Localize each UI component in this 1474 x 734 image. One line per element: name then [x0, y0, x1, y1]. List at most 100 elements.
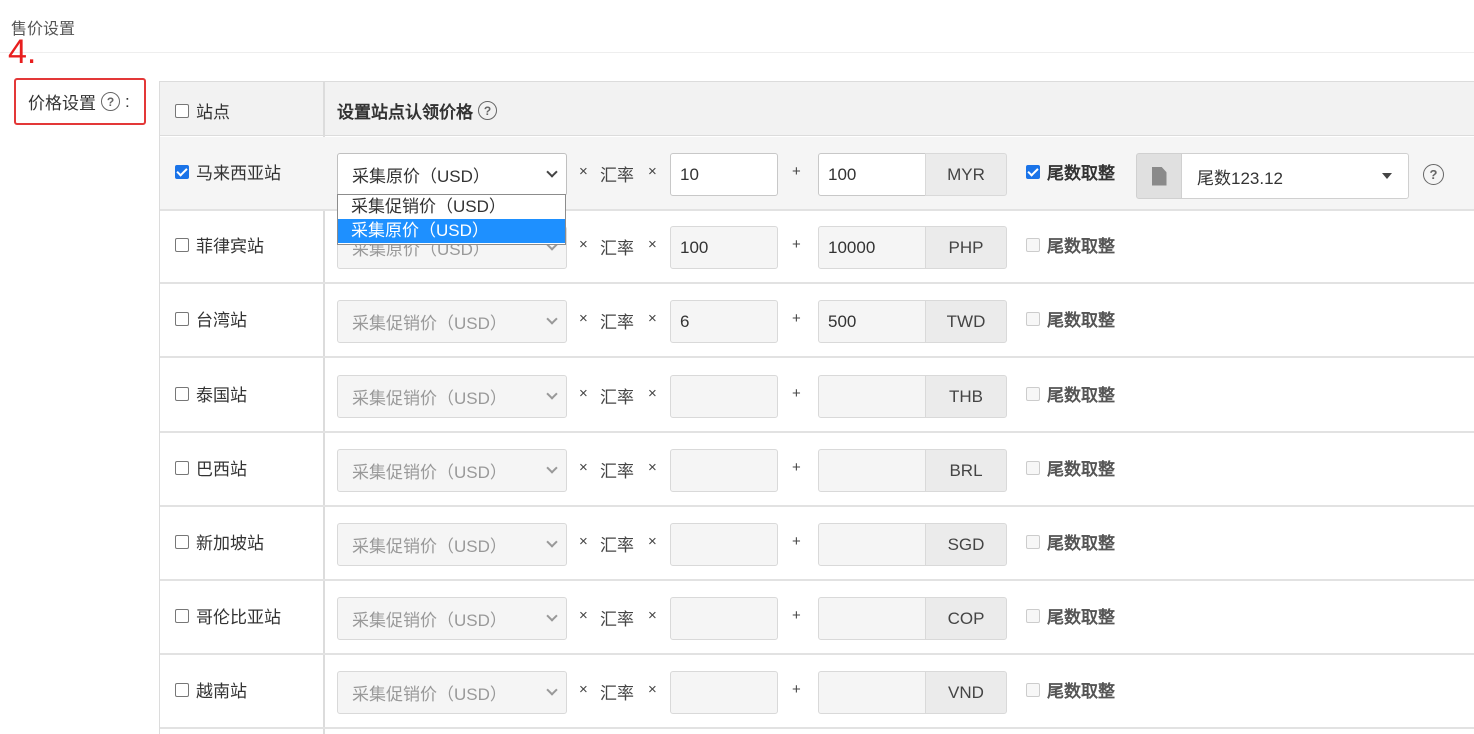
times-symbol: ×: [579, 163, 588, 180]
round-label: 尾数取整: [1047, 682, 1115, 701]
multiplier-input[interactable]: 6: [670, 300, 778, 343]
round-checkbox[interactable]: [1026, 311, 1040, 326]
source-select[interactable]: 采集促销价（USD）: [337, 597, 567, 640]
round-option: 尾数取整: [1026, 232, 1115, 257]
times-symbol: ×: [648, 310, 657, 327]
multiplier-input[interactable]: 10: [670, 153, 778, 196]
rate-label: 汇率: [600, 388, 634, 407]
table-header: 站点 设置站点认领价格 ?: [160, 82, 1474, 136]
addend-input[interactable]: 100: [818, 153, 926, 196]
round-checkbox[interactable]: [1026, 386, 1040, 401]
round-option: 尾数取整: [1026, 159, 1115, 184]
price-table: 站点 设置站点认领价格 ? 马来西亚站 采集原价（USD） × 汇率 × 10 …: [159, 81, 1474, 734]
source-select-value: 采集促销价（USD）: [352, 537, 507, 556]
currency-label: BRL: [925, 449, 1007, 492]
times-symbol: ×: [579, 385, 588, 402]
multiplier-input[interactable]: 100: [670, 226, 778, 269]
addend-input[interactable]: [818, 671, 926, 714]
section-divider: [0, 52, 1474, 53]
addend-input[interactable]: [818, 449, 926, 492]
multiplier-input[interactable]: [670, 449, 778, 492]
round-checkbox[interactable]: [1026, 460, 1040, 475]
source-select[interactable]: 采集原价（USD）: [337, 153, 567, 196]
label-colon: :: [125, 91, 130, 111]
dropdown-option[interactable]: 采集原价（USD）: [338, 219, 565, 243]
times-symbol: ×: [579, 310, 588, 327]
addend-input[interactable]: [818, 597, 926, 640]
round-option: 尾数取整: [1026, 455, 1115, 480]
currency-label: SGD: [925, 523, 1007, 566]
rate-label: 汇率: [600, 166, 634, 185]
site-checkbox[interactable]: [175, 460, 189, 475]
price-setting-label: 价格设置 ? :: [28, 89, 130, 114]
site-checkbox[interactable]: [175, 311, 189, 326]
site-checkbox[interactable]: [175, 164, 189, 179]
source-select[interactable]: 采集促销价（USD）: [337, 375, 567, 418]
site-name: 哥伦比亚站: [196, 608, 281, 627]
site-checkbox[interactable]: [175, 534, 189, 549]
currency-label: THB: [925, 375, 1007, 418]
currency-label: TWD: [925, 300, 1007, 343]
multiplier-input[interactable]: [670, 375, 778, 418]
source-select-value: 采集促销价（USD）: [352, 611, 507, 630]
times-symbol: ×: [648, 681, 657, 698]
source-select-value: 采集原价（USD）: [352, 167, 490, 186]
round-option: 尾数取整: [1026, 306, 1115, 331]
addend-input[interactable]: 500: [818, 300, 926, 343]
round-label: 尾数取整: [1047, 534, 1115, 553]
addend-input[interactable]: 10000: [818, 226, 926, 269]
help-icon[interactable]: ?: [101, 92, 120, 111]
multiplier-input[interactable]: [670, 523, 778, 566]
help-icon[interactable]: ?: [1423, 164, 1444, 185]
tail-select[interactable]: 尾数123.12: [1181, 153, 1409, 199]
plus-symbol: +: [792, 163, 801, 180]
rate-label: 汇率: [600, 462, 634, 481]
header-price-label: 设置站点认领价格: [337, 103, 473, 122]
rate-label: 汇率: [600, 610, 634, 629]
select-all-checkbox[interactable]: [175, 103, 189, 118]
site-cell: 马来西亚站: [175, 159, 281, 184]
chevron-down-icon: [546, 684, 558, 696]
site-cell: 台湾站: [175, 306, 247, 331]
dropdown-option[interactable]: 采集促销价（USD）: [338, 195, 565, 219]
site-checkbox[interactable]: [175, 237, 189, 252]
round-checkbox[interactable]: [1026, 237, 1040, 252]
times-symbol: ×: [579, 459, 588, 476]
site-checkbox[interactable]: [175, 608, 189, 623]
help-icon[interactable]: ?: [478, 101, 497, 120]
site-cell: 泰国站: [175, 381, 247, 406]
round-checkbox[interactable]: [1026, 534, 1040, 549]
round-label: 尾数取整: [1047, 608, 1115, 627]
site-name: 泰国站: [196, 386, 247, 405]
round-checkbox[interactable]: [1026, 682, 1040, 697]
site-checkbox[interactable]: [175, 682, 189, 697]
site-checkbox[interactable]: [175, 386, 189, 401]
file-button[interactable]: [1136, 153, 1182, 199]
addend-input[interactable]: [818, 523, 926, 566]
chevron-down-icon: [546, 166, 558, 178]
site-name: 马来西亚站: [196, 164, 281, 183]
source-select[interactable]: 采集促销价（USD）: [337, 449, 567, 492]
addend-input[interactable]: [818, 375, 926, 418]
site-cell: 新加坡站: [175, 529, 264, 554]
table-row: 哥伦比亚站 采集促销价（USD） × 汇率 × + COP 尾数取整: [160, 581, 1474, 655]
price-setting-text: 价格设置: [28, 94, 96, 113]
caret-down-icon: [1382, 173, 1392, 179]
round-option: 尾数取整: [1026, 529, 1115, 554]
site-name: 新加坡站: [196, 534, 264, 553]
multiplier-input[interactable]: [670, 597, 778, 640]
round-checkbox[interactable]: [1026, 608, 1040, 623]
table-row: 越南站 采集促销价（USD） × 汇率 × + VND 尾数取整: [160, 655, 1474, 729]
round-checkbox[interactable]: [1026, 164, 1040, 179]
times-symbol: ×: [648, 385, 657, 402]
round-option: 尾数取整: [1026, 603, 1115, 628]
multiplier-input[interactable]: [670, 671, 778, 714]
site-cell: 巴西站: [175, 455, 247, 480]
step-annotation: 4.: [8, 33, 37, 71]
header-site-label: 站点: [196, 103, 230, 122]
source-select[interactable]: 采集促销价（USD）: [337, 300, 567, 343]
source-select[interactable]: 采集促销价（USD）: [337, 671, 567, 714]
source-select[interactable]: 采集促销价（USD）: [337, 523, 567, 566]
times-symbol: ×: [579, 681, 588, 698]
times-symbol: ×: [648, 607, 657, 624]
